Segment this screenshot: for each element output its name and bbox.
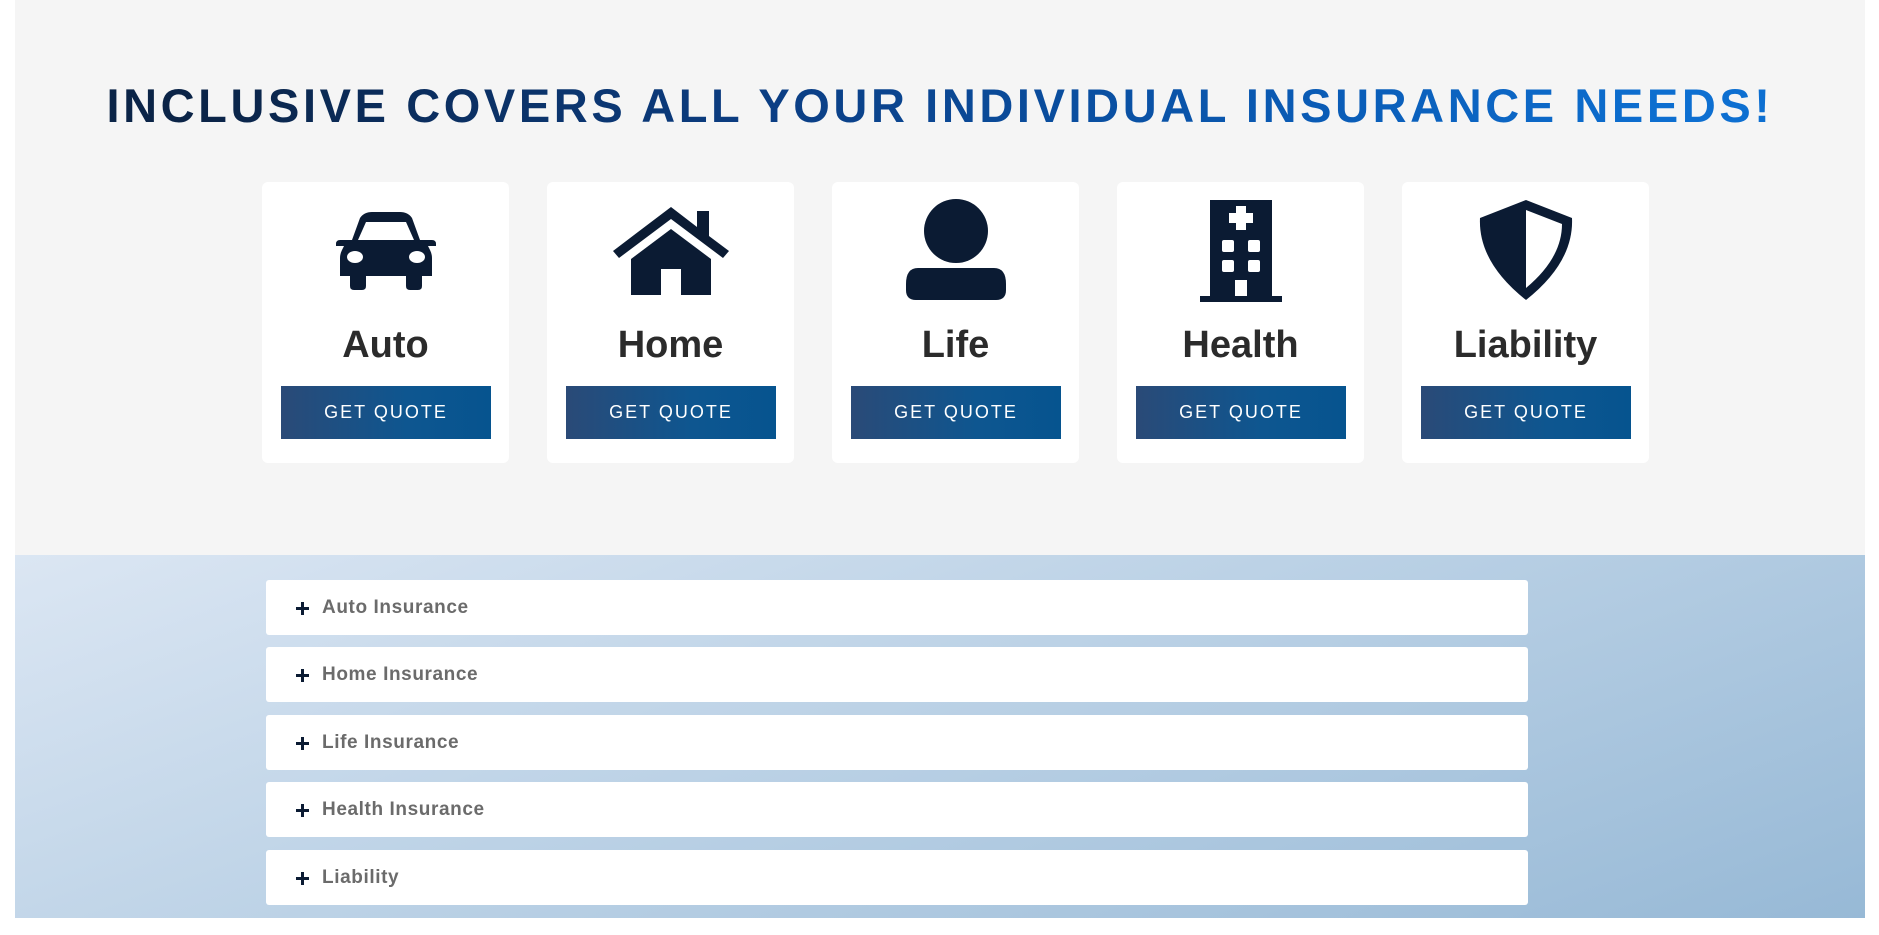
car-icon (262, 198, 509, 302)
coverage-section: INCLUSIVE COVERS ALL YOUR INDIVIDUAL INS… (15, 0, 1865, 555)
plus-icon (296, 602, 309, 615)
accordion-item-liability[interactable]: Liability (266, 850, 1528, 905)
accordion-title: Liability (322, 867, 400, 888)
get-quote-button-liability[interactable]: GET QUOTE (1421, 386, 1631, 439)
card-home: Home GET QUOTE (547, 182, 794, 463)
accordion-title: Auto Insurance (322, 597, 469, 618)
get-quote-button-auto[interactable]: GET QUOTE (281, 386, 491, 439)
coverage-cards: Auto GET QUOTE Home GET QUOTE Life GET Q… (247, 182, 1649, 464)
card-label: Life (921, 324, 990, 366)
house-icon (547, 198, 794, 302)
card-health: Health GET QUOTE (1117, 182, 1364, 463)
plus-icon (296, 669, 309, 682)
accordion-item-auto-insurance[interactable]: Auto Insurance (266, 580, 1528, 635)
page-bottom-margin (0, 918, 1879, 935)
accordion-title: Life Insurance (322, 732, 460, 753)
get-quote-button-health[interactable]: GET QUOTE (1136, 386, 1346, 439)
card-label: Liability (1453, 324, 1598, 366)
get-quote-button-home[interactable]: GET QUOTE (566, 386, 776, 439)
accordion-title: Health Insurance (322, 799, 485, 820)
shield-icon (1402, 198, 1649, 302)
plus-icon (296, 804, 309, 817)
card-life: Life GET QUOTE (832, 182, 1079, 463)
card-auto: Auto GET QUOTE (262, 182, 509, 463)
card-label: Auto (342, 324, 429, 366)
card-label: Home (617, 324, 724, 366)
page-margin-left (0, 0, 15, 935)
person-icon (832, 198, 1079, 302)
plus-icon (296, 872, 309, 885)
card-liability: Liability GET QUOTE (1402, 182, 1649, 463)
accordion-item-health-insurance[interactable]: Health Insurance (266, 782, 1528, 837)
plus-icon (296, 737, 309, 750)
get-quote-button-life[interactable]: GET QUOTE (851, 386, 1061, 439)
hospital-icon (1117, 198, 1364, 302)
faq-accordion: Auto Insurance Home Insurance Life Insur… (15, 555, 1865, 918)
section-headline: INCLUSIVE COVERS ALL YOUR INDIVIDUAL INS… (15, 76, 1865, 136)
accordion-item-home-insurance[interactable]: Home Insurance (266, 647, 1528, 702)
card-label: Health (1182, 324, 1299, 366)
accordion-title: Home Insurance (322, 664, 479, 685)
page-margin-right (1865, 0, 1879, 935)
accordion-item-life-insurance[interactable]: Life Insurance (266, 715, 1528, 770)
